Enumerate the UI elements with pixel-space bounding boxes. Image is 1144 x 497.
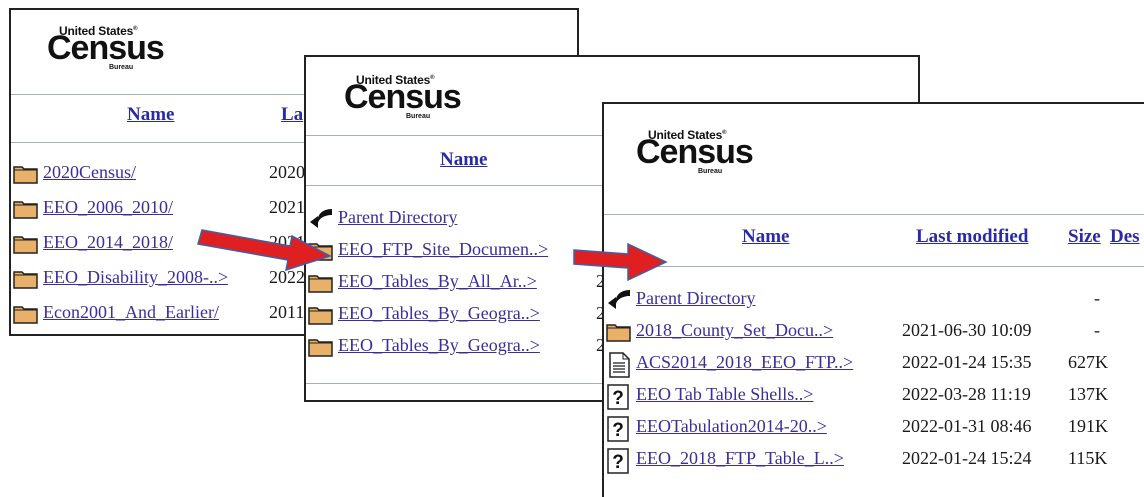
list-item[interactable]: ? EEOTabulation2014-20..> 2022-01-31 08:46… — [604, 414, 1144, 444]
column-header-description[interactable]: Des — [1110, 226, 1140, 248]
last-modified-value: 2020 — [269, 162, 305, 182]
back-arrow-icon[interactable] — [606, 288, 632, 310]
entry-link[interactable]: EEO_2018_FTP_Table_L..> — [636, 448, 844, 469]
svg-text:?: ? — [612, 452, 624, 473]
entry-link[interactable]: Parent Directory — [636, 288, 755, 309]
last-modified-value: 2011 — [269, 302, 305, 322]
navigation-arrow-1 — [197, 229, 332, 272]
list-item[interactable]: ? EEO Tab Table Shells..> 2022-03-28 11:19… — [604, 382, 1144, 412]
last-modified-value: 2022-01-24 15:35 — [902, 352, 1032, 372]
column-header-name[interactable]: Name — [127, 104, 174, 126]
size-value: - — [1094, 288, 1100, 308]
divider — [604, 214, 1144, 215]
folder-icon[interactable] — [308, 335, 334, 357]
entry-link[interactable]: EEO_2006_2010/ — [43, 197, 173, 218]
list-item[interactable]: ACS2014_2018_EEO_FTP..> 2022-01-24 15:35 6… — [604, 350, 1144, 380]
entry-link[interactable]: EEO_Tables_By_All_Ar..> — [338, 271, 537, 292]
folder-icon[interactable] — [308, 303, 334, 325]
column-header-size[interactable]: Size — [1068, 226, 1101, 248]
entry-link[interactable]: EEO_Tables_By_Geogra..> — [338, 303, 540, 324]
unknown-file-icon[interactable]: ? — [606, 384, 632, 410]
last-modified-value: 2021 — [269, 197, 305, 217]
last-modified-value: 2022-03-28 11:19 — [902, 384, 1031, 404]
directory-listing-panel-eeo-2014-2018: United States® Census Bureau Name Last m… — [602, 102, 1144, 497]
folder-icon[interactable] — [13, 162, 39, 184]
last-modified-value: 2022-01-24 15:24 — [902, 448, 1032, 468]
entry-link[interactable]: 2018_County_Set_Docu..> — [636, 320, 833, 341]
entry-link[interactable]: EEO_2014_2018/ — [43, 232, 173, 253]
navigation-arrow-2 — [573, 242, 668, 282]
column-header-last-modified[interactable]: Last modified — [916, 226, 1028, 248]
list-item[interactable]: Parent Directory - — [604, 286, 1144, 316]
text-file-icon[interactable] — [606, 352, 632, 378]
entry-link[interactable]: EEOTabulation2014-20..> — [636, 416, 827, 437]
list-item[interactable]: ? EEO_2018_FTP_Table_L..> 2022-01-24 15:24… — [604, 446, 1144, 476]
folder-icon[interactable] — [13, 232, 39, 254]
list-item[interactable]: 2018_County_Set_Docu..> 2021-06-30 10:09 - — [604, 318, 1144, 348]
entry-link[interactable]: EEO_FTP_Site_Documen..> — [338, 239, 548, 260]
folder-icon[interactable] — [13, 302, 39, 324]
size-value: 191K — [1068, 416, 1108, 436]
column-header-name[interactable]: Name — [440, 149, 487, 171]
folder-icon[interactable] — [13, 197, 39, 219]
divider — [604, 266, 1144, 267]
unknown-file-icon[interactable]: ? — [606, 416, 632, 442]
entry-link[interactable]: EEO_Tables_By_Geogra..> — [338, 335, 540, 356]
size-value: 137K — [1068, 384, 1108, 404]
column-header-name[interactable]: Name — [742, 226, 789, 248]
last-modified-value: 2022-01-31 08:46 — [902, 416, 1032, 436]
folder-icon[interactable] — [13, 267, 39, 289]
size-value: 115K — [1068, 448, 1108, 468]
entry-link[interactable]: EEO Tab Table Shells..> — [636, 384, 813, 405]
last-modified-value: 2021-06-30 10:09 — [902, 320, 1032, 340]
unknown-file-icon[interactable]: ? — [606, 448, 632, 474]
svg-text:?: ? — [612, 420, 624, 441]
entry-link[interactable]: Econ2001_And_Earlier/ — [43, 302, 219, 323]
entry-link[interactable]: Parent Directory — [338, 207, 457, 228]
entry-link[interactable]: ACS2014_2018_EEO_FTP..> — [636, 352, 853, 373]
svg-text:?: ? — [612, 388, 624, 409]
size-value: - — [1094, 320, 1100, 340]
size-value: 627K — [1068, 352, 1108, 372]
entry-link[interactable]: 2020Census/ — [43, 162, 136, 183]
folder-icon[interactable] — [606, 320, 632, 342]
column-header-last-modified[interactable]: La — [281, 104, 303, 126]
